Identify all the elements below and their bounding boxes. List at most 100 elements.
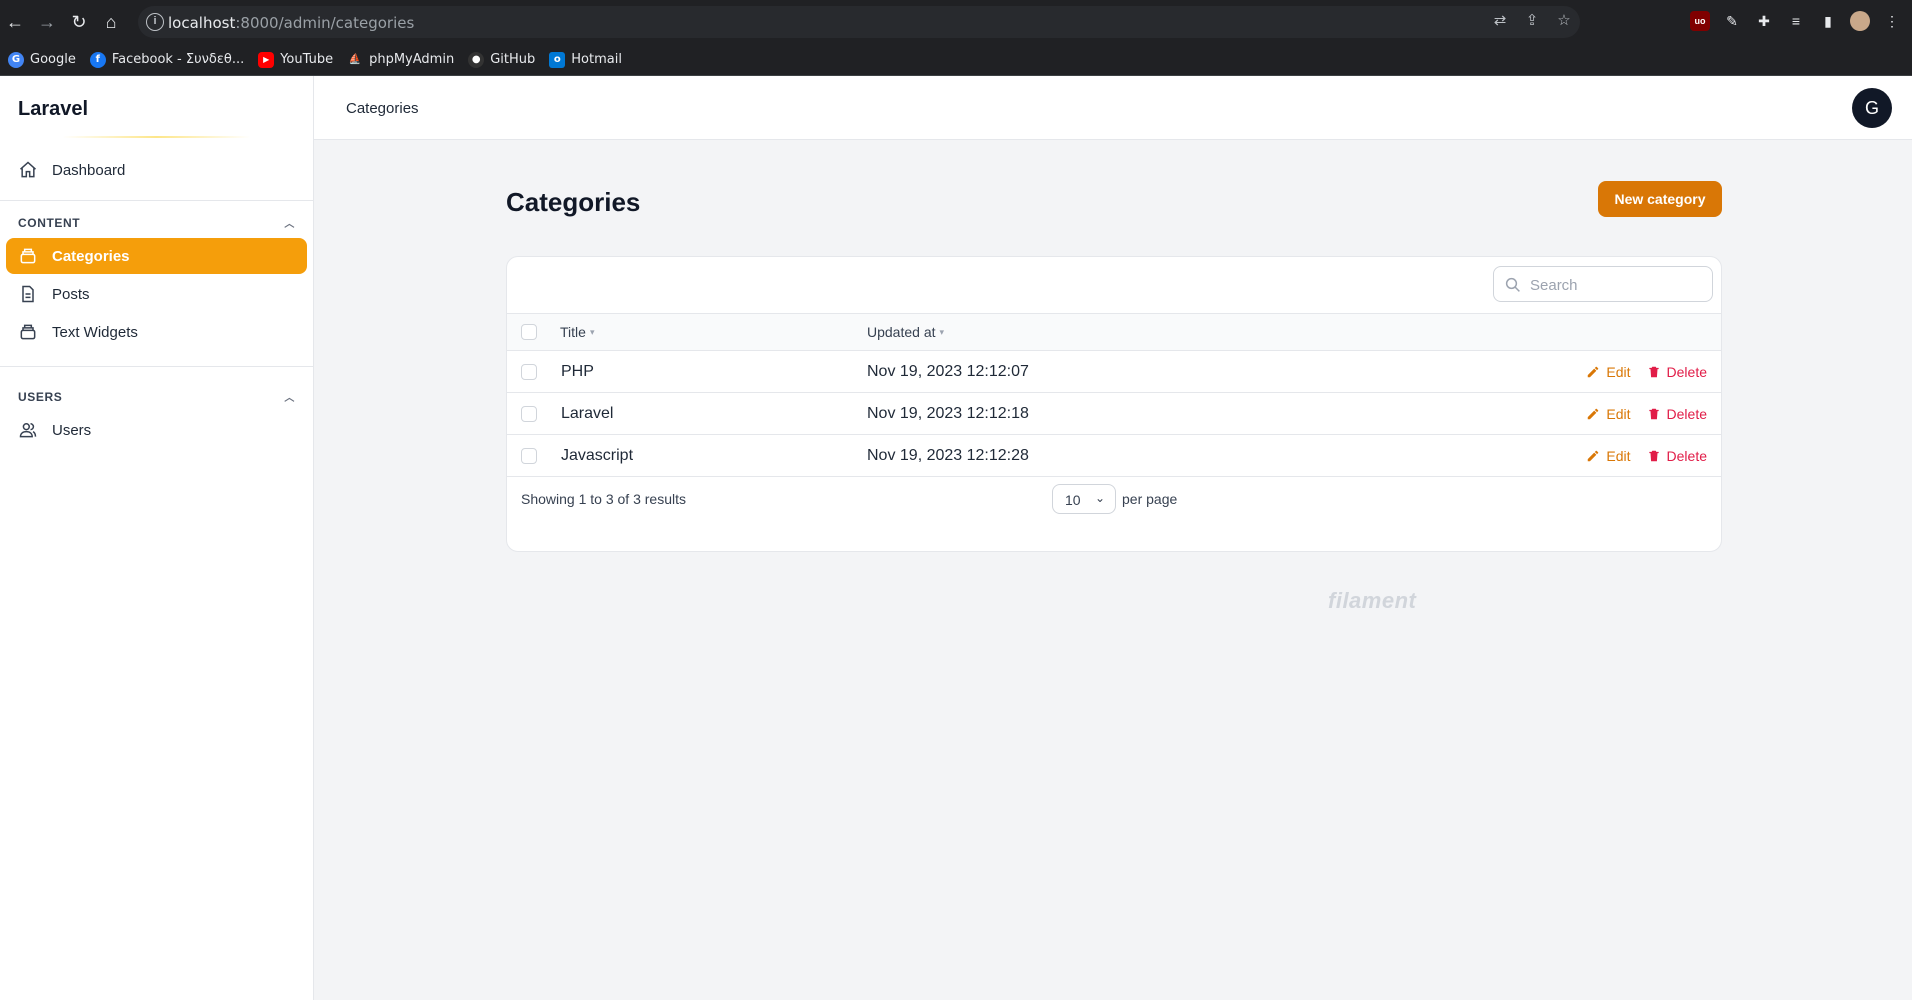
bookmark-github[interactable]: ● GitHub [468, 51, 536, 68]
search-field[interactable] [1493, 266, 1713, 302]
row-checkbox[interactable] [521, 364, 537, 380]
url-text[interactable]: localhost:8000/admin/categories [168, 14, 414, 32]
bookmarks-bar: G Google f Facebook - Συνδεθ... ▶ YouTube ⛵… [0, 44, 1912, 76]
site-info-icon[interactable]: i [146, 13, 164, 31]
sidebar-item-posts[interactable]: Posts [6, 276, 307, 312]
sidebar-item-label: Dashboard [52, 161, 126, 179]
forward-arrow-icon[interactable]: → [36, 11, 58, 33]
row-title[interactable]: Laravel [561, 405, 613, 423]
bookmark-phpmyadmin[interactable]: ⛵ phpMyAdmin [347, 52, 454, 68]
translate-icon[interactable]: ⇄ [1490, 11, 1510, 31]
pencil-icon [1588, 408, 1599, 420]
pencil-icon [1588, 366, 1599, 378]
bookmark-label: GitHub [490, 52, 536, 67]
trash-icon [1648, 408, 1659, 420]
admin-app: Laravel Dashboard CONTENT ︿ Categories P… [0, 76, 1912, 1000]
bookmark-label: Google [30, 52, 76, 67]
browser-menu-icon[interactable]: ⋮ [1882, 11, 1902, 31]
delete-label: Delete [1666, 364, 1707, 380]
bookmark-facebook[interactable]: f Facebook - Συνδεθ... [89, 51, 244, 68]
edit-button[interactable]: Edit [1586, 448, 1631, 464]
nav-group-users: Users [0, 412, 313, 464]
chevron-down-icon: ⌄ [1094, 491, 1105, 505]
facebook-icon: f [89, 51, 106, 68]
column-label: Title [560, 324, 586, 340]
edit-label: Edit [1606, 406, 1631, 422]
delete-button[interactable]: Delete [1647, 364, 1707, 380]
outlook-icon: o [549, 51, 566, 68]
table-toolbar [507, 257, 1721, 314]
sidebar-item-categories[interactable]: Categories [6, 238, 307, 274]
row-title[interactable]: Javascript [561, 447, 633, 465]
youtube-icon: ▶ [258, 51, 275, 68]
select-all-checkbox[interactable] [521, 324, 537, 340]
bookmark-label: phpMyAdmin [369, 52, 455, 67]
row-updated-at: Nov 19, 2023 12:12:18 [867, 405, 1029, 422]
nav-group-label: USERS [18, 389, 63, 404]
edit-button[interactable]: Edit [1586, 364, 1631, 380]
delete-label: Delete [1666, 448, 1707, 464]
column-header-title[interactable]: Title ▾ [560, 324, 594, 340]
row-title[interactable]: PHP [561, 363, 594, 381]
bookmark-star-icon[interactable]: ☆ [1554, 11, 1574, 31]
trash-icon [1648, 450, 1659, 462]
search-input[interactable] [1530, 273, 1700, 297]
bookmark-google[interactable]: G Google [8, 51, 76, 68]
home-icon [20, 161, 36, 178]
table-header: Title ▾ Updated at ▾ [507, 314, 1721, 351]
table-row: PHP Nov 19, 2023 12:12:07 Edit Delete [507, 351, 1721, 393]
sidebar-item-users[interactable]: Users [6, 412, 307, 448]
bookmark-hotmail[interactable]: o Hotmail [549, 51, 622, 68]
collection-icon [20, 324, 36, 340]
edit-button[interactable]: Edit [1586, 406, 1631, 422]
bookmark-label: YouTube [280, 52, 334, 67]
delete-button[interactable]: Delete [1647, 406, 1707, 422]
extensions-puzzle-icon[interactable]: ✚ [1754, 11, 1774, 31]
nav-group-label: CONTENT [18, 215, 81, 230]
categories-table: Title ▾ Updated at ▾ PHP Nov 19, 2023 12… [506, 256, 1722, 552]
sidebar-item-label: Text Widgets [52, 323, 138, 341]
extensions-bar: uo ✎ ✚ ≡ ▮ ⋮ [1690, 11, 1902, 31]
reload-icon[interactable]: ↻ [68, 11, 90, 33]
table-row: Javascript Nov 19, 2023 12:12:28 Edit De… [507, 435, 1721, 477]
home-icon[interactable]: ⌂ [100, 11, 122, 33]
page-title: Categories [506, 187, 641, 217]
browser-toolbar: ← → ↻ ⌂ i localhost:8000/admin/categorie… [0, 0, 1912, 44]
sidebar-item-dashboard[interactable]: Dashboard [6, 152, 307, 188]
table-row: Laravel Nov 19, 2023 12:12:18 Edit Delet… [507, 393, 1721, 435]
row-updated-at: Nov 19, 2023 12:12:07 [867, 363, 1029, 380]
phpmyadmin-icon: ⛵ [348, 53, 362, 65]
back-arrow-icon[interactable]: ← [4, 11, 26, 33]
edit-label: Edit [1606, 364, 1631, 380]
sidebar-item-label: Users [52, 421, 92, 439]
nav-group-users-header[interactable]: USERS ︿ [0, 367, 313, 410]
filament-logo[interactable]: filament [1328, 588, 1416, 614]
row-checkbox[interactable] [521, 448, 537, 464]
bookmark-youtube[interactable]: ▶ YouTube [258, 51, 334, 68]
per-page-label: per page [1122, 491, 1178, 507]
sidebar-item-text-widgets[interactable]: Text Widgets [6, 314, 307, 350]
side-panel-icon[interactable]: ▮ [1818, 11, 1838, 31]
share-icon[interactable]: ⇪ [1522, 11, 1542, 31]
delete-button[interactable]: Delete [1647, 448, 1707, 464]
column-header-updated-at[interactable]: Updated at ▾ [867, 324, 944, 340]
address-bar[interactable]: i localhost:8000/admin/categories ⇄ ⇪ ☆ [138, 6, 1580, 38]
profile-avatar-icon[interactable] [1850, 11, 1870, 31]
per-page-select[interactable]: 10 ⌄ [1052, 484, 1116, 514]
pen-extension-icon[interactable]: ✎ [1722, 11, 1742, 31]
per-page-value: 10 [1065, 492, 1081, 508]
reading-list-icon[interactable]: ≡ [1786, 11, 1806, 31]
chevron-up-icon[interactable]: ︿ [284, 215, 295, 230]
breadcrumb[interactable]: Categories [346, 100, 419, 117]
row-checkbox[interactable] [521, 406, 537, 422]
document-icon [22, 285, 34, 303]
chevron-up-icon[interactable]: ︿ [284, 389, 295, 404]
ublock-extension-icon[interactable]: uo [1690, 11, 1710, 31]
nav-group-content-header[interactable]: CONTENT ︿ [0, 201, 313, 236]
address-bar-actions: ⇄ ⇪ ☆ [1490, 11, 1574, 31]
sidebar-item-label: Categories [52, 247, 130, 265]
user-avatar[interactable]: G [1852, 88, 1892, 128]
github-icon: ● [468, 51, 485, 68]
new-category-button[interactable]: New category [1598, 181, 1722, 217]
brand-logo[interactable]: Laravel [0, 76, 313, 140]
